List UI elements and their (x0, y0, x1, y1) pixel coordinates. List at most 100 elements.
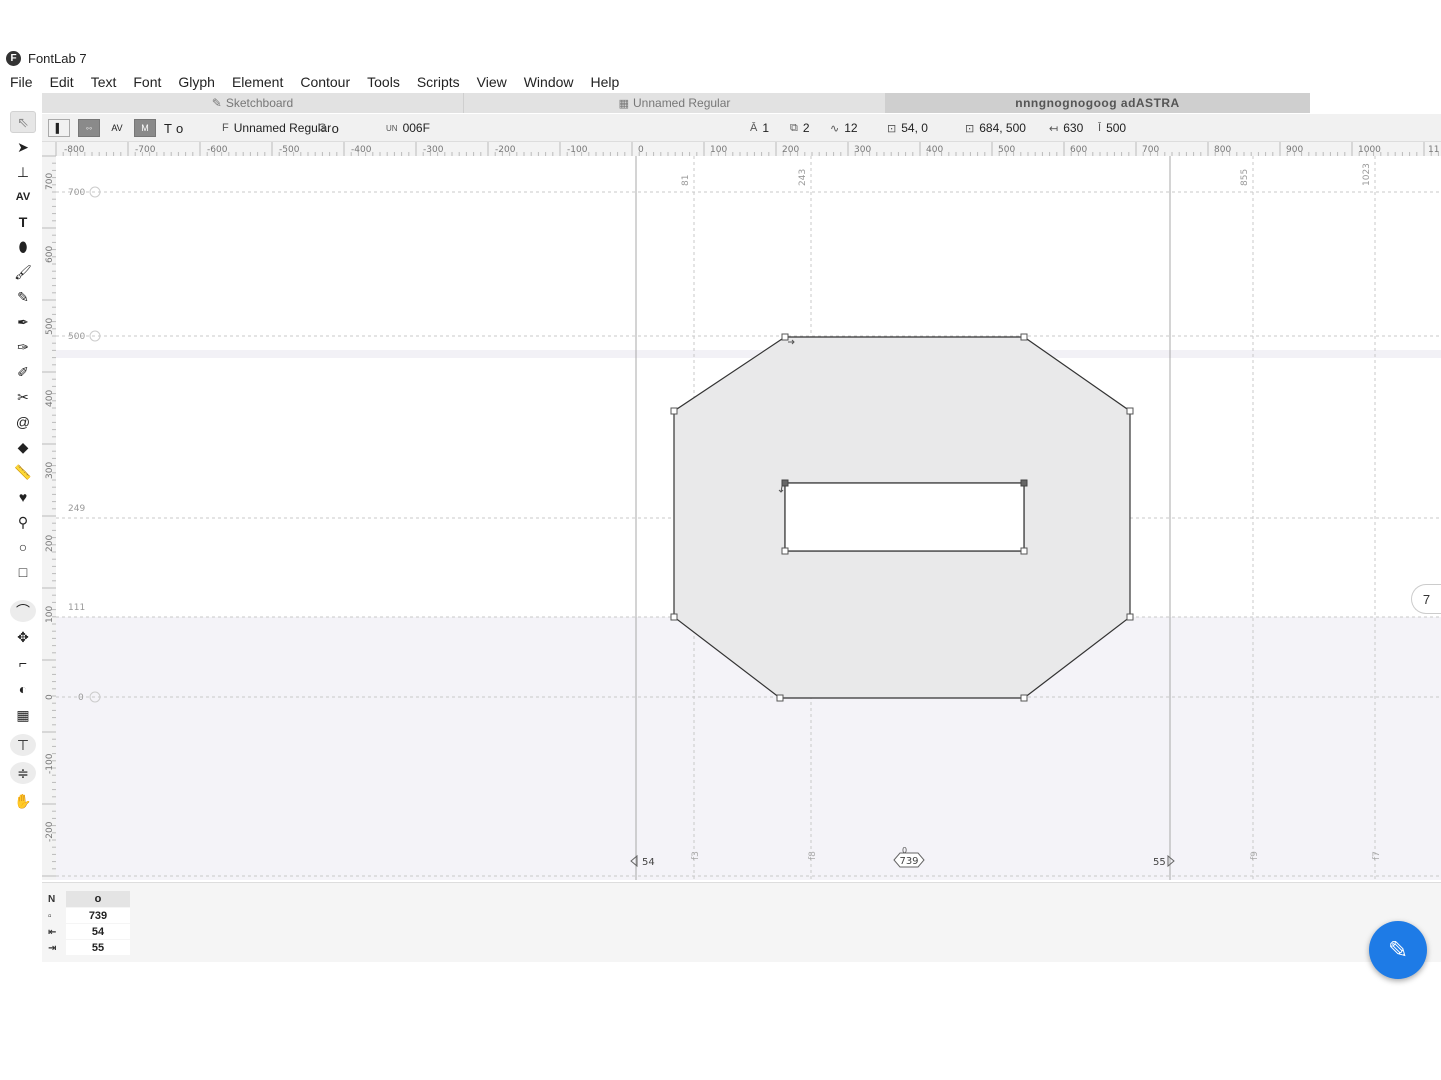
ruler-h-label: 700 (1142, 145, 1159, 155)
contour-node[interactable] (1126, 613, 1134, 621)
menu-file[interactable]: File (0, 72, 40, 92)
ruler-h-label: 500 (998, 145, 1015, 155)
contours-icon: ⧉ (790, 121, 798, 134)
text-tool-icon[interactable]: T (10, 211, 36, 233)
ruler-h-label: -800 (64, 145, 85, 155)
menu-edit[interactable]: Edit (40, 72, 81, 92)
ruler-tool-icon[interactable]: 📏 (10, 461, 36, 483)
glyph-text-field[interactable]: T o (164, 114, 183, 142)
side-panel-tab[interactable]: 7 (1411, 584, 1441, 614)
width-field[interactable]: ↤ 630 (1049, 114, 1083, 142)
menu-text[interactable]: Text (81, 72, 124, 92)
menu-scripts[interactable]: Scripts (407, 72, 467, 92)
view-mode-group: ◦◦ AV M (78, 114, 162, 142)
ellipse-tool-icon[interactable]: ○ (10, 536, 36, 558)
kerning-tool-icon[interactable]: AV (10, 186, 36, 208)
ruler-v-label: 100 (45, 606, 55, 623)
ruler-h-label: -300 (423, 145, 444, 155)
advance-origin-mark: 0 (902, 846, 907, 855)
guide-tool-icon[interactable]: ⊤ (10, 734, 36, 756)
brush-tool-icon[interactable]: 🖌 (10, 261, 36, 283)
move-tool-icon[interactable]: ✥ (10, 626, 36, 648)
contour-select-tool-icon[interactable]: ⇖ (10, 111, 36, 133)
eraser-tool-icon[interactable]: ⬮ (10, 236, 36, 258)
contour-node[interactable] (781, 333, 789, 341)
contour-node[interactable] (781, 547, 789, 555)
menu-contour[interactable]: Contour (290, 72, 357, 92)
transform-tool-icon[interactable]: ◐ (10, 678, 36, 700)
contour-node[interactable] (670, 407, 678, 415)
metrics-tool-icon[interactable]: ⊥ (10, 161, 36, 183)
unicode-field[interactable]: UN 006F (386, 114, 430, 142)
menu-element[interactable]: Element (222, 72, 290, 92)
tab-font-window[interactable]: ▦ Unnamed Regular (464, 93, 886, 113)
knife-tool-icon[interactable]: ✂ (10, 386, 36, 408)
edit-fab-button[interactable]: ✎ (1369, 921, 1427, 979)
ruler-h-label: 0 (638, 145, 644, 155)
vguide-label: 1023 (1362, 163, 1372, 186)
property-bar: ▌ ◦◦ AV M T o F Unnamed Regular G o UN 0… (42, 114, 1441, 142)
kerning-icon[interactable]: AV (106, 119, 128, 137)
glyph-canvas[interactable]: -800 -700 -600 -500 -400 -300 -200 -100 … (42, 142, 1441, 880)
contour-node-selected[interactable] (1020, 479, 1028, 487)
fountain-pen-tool-icon[interactable]: ✐ (10, 361, 36, 383)
layers-value: 1 (762, 121, 770, 135)
contour-node[interactable] (670, 613, 678, 621)
ruler-h-label: 900 (1286, 145, 1303, 155)
rectangle-tool-icon[interactable]: □ (10, 561, 36, 583)
glyph-text-value: o (175, 120, 184, 136)
ruler-v-label: 0 (45, 694, 55, 700)
ruler-v-label: 700 (45, 173, 55, 190)
guide-label-baseline: 0 (78, 693, 84, 703)
rapid-tool-icon[interactable]: ✑ (10, 336, 36, 358)
rsb-icon: ⇥ (48, 943, 57, 954)
pencil-tool-icon[interactable]: ✎ (10, 286, 36, 308)
font-selector[interactable]: F Unnamed Regular (222, 114, 331, 142)
tab-glyph-window[interactable]: nnngnognogoog adASTRA (886, 93, 1310, 113)
sidebar-toggle-button[interactable]: ▌ (48, 114, 76, 142)
metrics-lsb-cell[interactable]: 54 (66, 924, 130, 939)
vguide-bottom-label: f8 (808, 851, 818, 860)
lsb-value[interactable]: 54 (642, 857, 655, 868)
contour-node[interactable] (1020, 694, 1028, 702)
contour-node[interactable] (1126, 407, 1134, 415)
curve-tool-icon[interactable]: ⌒ (10, 600, 36, 622)
size-field[interactable]: ⊡ 684, 500 (965, 114, 1026, 142)
contour-start-node[interactable] (781, 479, 789, 487)
glyph-contour-inner[interactable] (784, 482, 1025, 552)
fill-tool-icon[interactable]: ◆ (10, 436, 36, 458)
menu-glyph[interactable]: Glyph (168, 72, 222, 92)
menu-view[interactable]: View (467, 72, 514, 92)
contour-node[interactable] (776, 694, 784, 702)
contour-view-icon[interactable]: ◦◦ (78, 119, 100, 137)
tab-sketchboard[interactable]: ✎ Sketchboard (42, 93, 464, 113)
contour-node[interactable] (1020, 333, 1028, 341)
menu-font[interactable]: Font (123, 72, 168, 92)
glyph-name-field[interactable]: G o (318, 114, 339, 142)
rsb-value[interactable]: 55 (1153, 857, 1166, 868)
pen-tool-icon[interactable]: ✒ (10, 311, 36, 333)
eyedropper-tool-icon[interactable]: ⚲ (10, 511, 36, 533)
grid-tool-icon[interactable]: ▦ (10, 704, 36, 726)
metrics-mode-icon[interactable]: M (134, 119, 156, 137)
tools-panel: ⇖ ➤ ⊥ AV T ⬮ 🖌 ✎ ✒ ✑ ✐ ✂ @ ◆ 📏 ♥ ⚲ ○ □ ⌒… (6, 108, 40, 960)
hand-tool-icon[interactable]: ✋ (10, 790, 36, 812)
align-tool-icon[interactable]: ≑ (10, 762, 36, 784)
metrics-rsb-cell[interactable]: 55 (66, 940, 130, 955)
menu-help[interactable]: Help (581, 72, 627, 92)
origin-field[interactable]: ⊡ 54, 0 (887, 114, 928, 142)
ruler-v-label: -100 (45, 753, 55, 774)
menu-tools[interactable]: Tools (357, 72, 407, 92)
corner-tool-icon[interactable]: ⌐ (10, 652, 36, 674)
spiral-tool-icon[interactable]: @ (10, 411, 36, 433)
menu-window[interactable]: Window (514, 72, 581, 92)
height-field[interactable]: Ī 500 (1098, 114, 1126, 142)
metrics-table-panel: N o ▫ 739 ⇤ 54 ⇥ 55 (42, 882, 1441, 962)
advance-width-value[interactable]: 739 (899, 856, 918, 867)
element-select-tool-icon[interactable]: ➤ (10, 136, 36, 158)
heart-shape-tool-icon[interactable]: ♥ (10, 486, 36, 508)
contour-node[interactable] (1020, 547, 1028, 555)
metrics-glyph-cell[interactable]: o (66, 891, 130, 907)
layers-count: Ā 1 (750, 114, 769, 142)
metrics-advance-cell[interactable]: 739 (66, 908, 130, 923)
